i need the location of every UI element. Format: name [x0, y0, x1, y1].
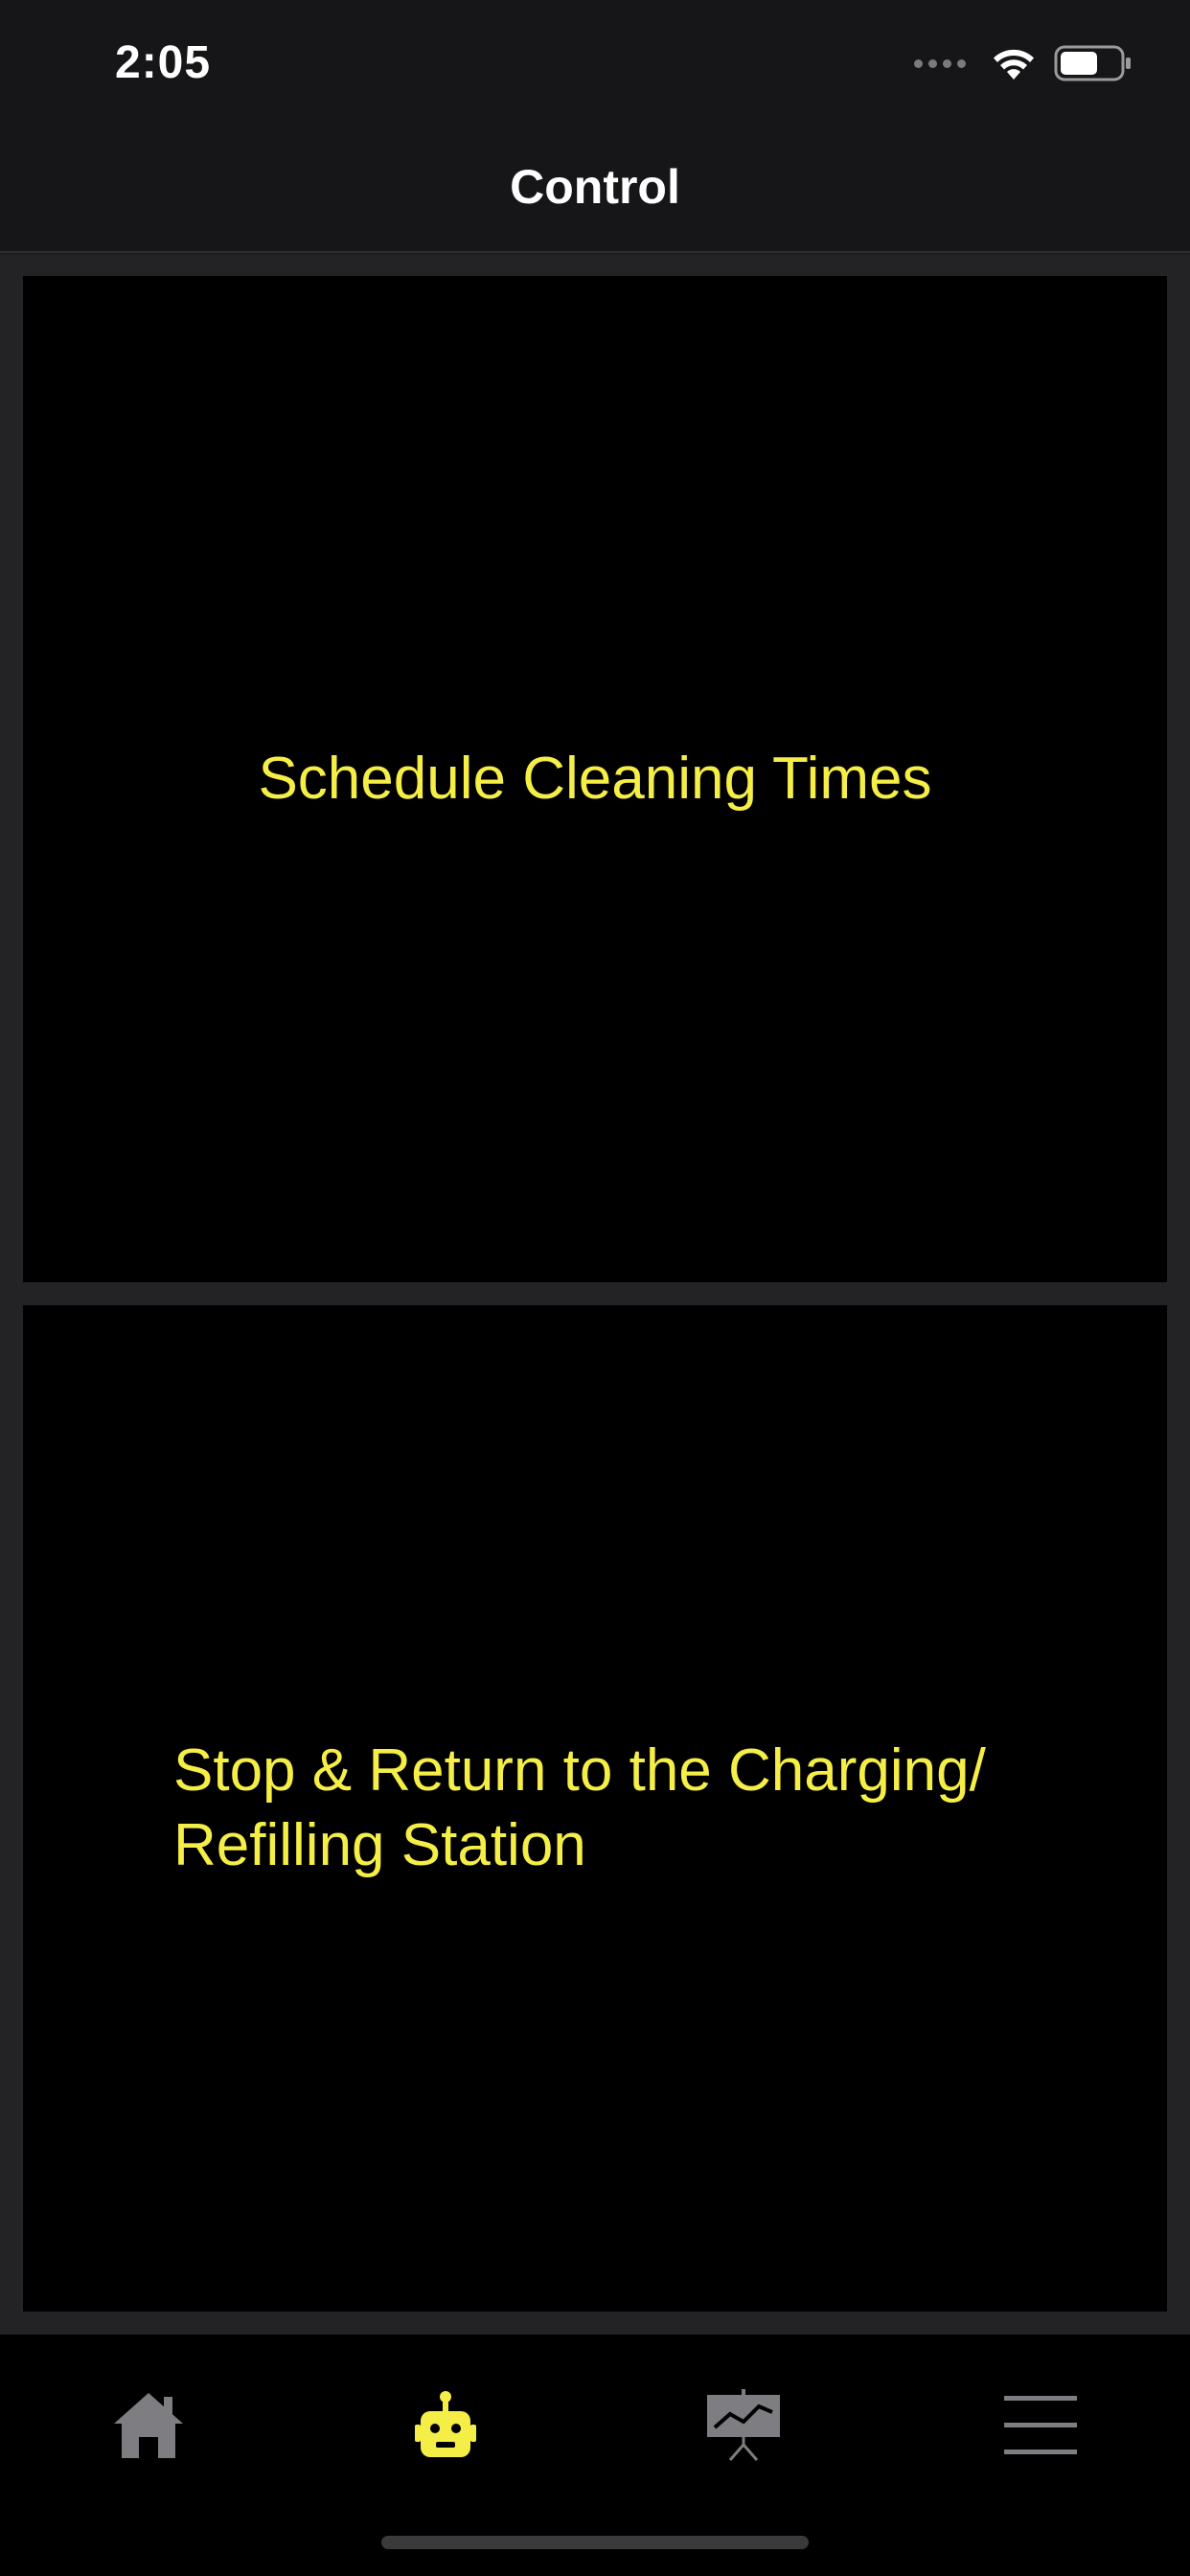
tab-control[interactable] [350, 2373, 541, 2478]
chart-presentation-icon [707, 2389, 780, 2461]
schedule-cleaning-label: Schedule Cleaning Times [258, 746, 932, 812]
status-time: 2:05 [115, 37, 212, 88]
navigation-bar: Control [0, 130, 1190, 253]
schedule-cleaning-button[interactable]: Schedule Cleaning Times [23, 276, 1167, 1282]
page-title: Control [510, 160, 680, 214]
return-to-station-button[interactable]: Stop & Return to the Charging/ Refilling… [23, 1305, 1167, 2312]
battery-icon [1054, 45, 1131, 81]
home-indicator [381, 2536, 809, 2549]
status-icons [914, 42, 1133, 84]
tab-bar [0, 2334, 1190, 2576]
tab-menu[interactable] [945, 2373, 1136, 2478]
robot-icon [415, 2391, 476, 2457]
return-to-station-label: Stop & Return to the Charging/ Refilling… [173, 1737, 986, 1878]
tab-home[interactable] [53, 2373, 244, 2478]
status-bar: 2:05 [0, 0, 1190, 130]
signal-icon [914, 58, 966, 68]
control-content: Schedule Cleaning Times Stop & Return to… [0, 255, 1190, 2334]
menu-icon [1004, 2396, 1077, 2454]
tab-stats[interactable] [648, 2373, 839, 2478]
wifi-icon [994, 49, 1034, 80]
home-icon [114, 2393, 183, 2458]
